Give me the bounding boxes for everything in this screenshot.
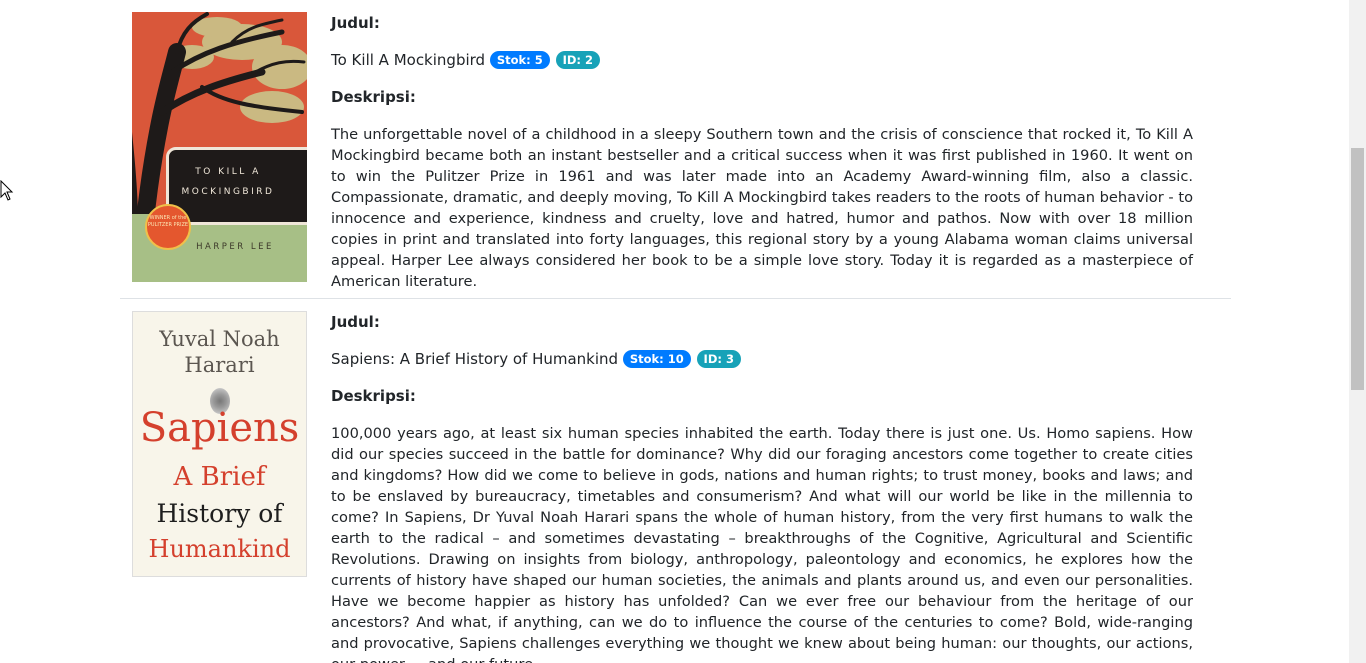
id-badge: ID: 2 (555, 51, 600, 69)
cover-subtitle-1: A Brief (173, 462, 266, 492)
book-cover-image: TO KILL A MOCKINGBIRD WINNER of the PULI… (132, 12, 307, 282)
book-title: Sapiens: A Brief History of Humankind (331, 350, 619, 368)
stock-badge: Stok: 5 (489, 51, 550, 69)
id-badge: ID: 3 (696, 350, 741, 368)
book-title: To Kill A Mockingbird (331, 51, 486, 69)
cover-author: HARPER LEE (196, 242, 274, 252)
book-cover-image: Yuval Noah Harari Sapiens A Brief Histor… (132, 311, 307, 577)
scrollbar-thumb[interactable] (1351, 148, 1364, 390)
book-title-row: Sapiens: A Brief History of Humankind St… (331, 348, 741, 370)
description-label: Deskripsi: (331, 88, 416, 106)
title-label: Judul: (331, 14, 380, 32)
vertical-scrollbar[interactable] (1349, 0, 1366, 663)
cover-title: TO KILL A MOCKINGBIRD (181, 167, 275, 197)
book-description: The unforgettable novel of a childhood i… (331, 126, 1193, 290)
mouse-cursor-icon (0, 180, 14, 201)
cover-title: Sapiens (139, 405, 300, 451)
book-divider (120, 298, 1231, 299)
cover-author: Yuval Noah Harari (159, 327, 280, 377)
book-list: TO KILL A MOCKINGBIRD WINNER of the PULI… (0, 0, 1349, 663)
stock-badge: Stok: 10 (622, 350, 691, 368)
book-title-row: To Kill A Mockingbird Stok: 5 ID: 2 (331, 49, 600, 71)
description-label: Deskripsi: (331, 387, 416, 405)
book-description: 100,000 years ago, at least six human sp… (331, 425, 1193, 663)
cover-subtitle-2: History of (156, 499, 283, 528)
title-label: Judul: (331, 313, 380, 331)
cover-subtitle-3: Humankind (148, 535, 291, 563)
